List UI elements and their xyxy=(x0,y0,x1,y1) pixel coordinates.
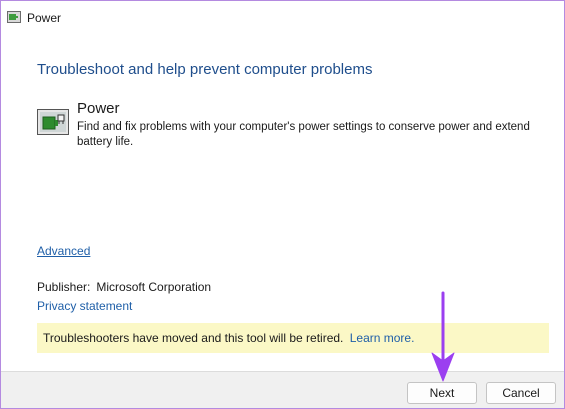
notice-text: Troubleshooters have moved and this tool… xyxy=(43,331,344,345)
cancel-button[interactable]: Cancel xyxy=(486,382,556,404)
next-button[interactable]: Next xyxy=(407,382,477,404)
retirement-notice: Troubleshooters have moved and this tool… xyxy=(37,323,549,353)
advanced-link[interactable]: Advanced xyxy=(37,244,90,258)
troubleshooter-window: Power Troubleshoot and help prevent comp… xyxy=(0,0,565,409)
dialog-footer: Next Cancel xyxy=(1,371,564,408)
privacy-statement-link[interactable]: Privacy statement xyxy=(37,299,132,313)
troubleshooter-description: Find and fix problems with your computer… xyxy=(77,121,530,148)
title-bar: Power xyxy=(1,1,564,35)
publisher-label: Publisher: xyxy=(37,280,91,294)
publisher-info: Publisher: Microsoft Corporation xyxy=(37,280,211,294)
power-troubleshooter-icon xyxy=(7,11,21,23)
troubleshooter-name: Power xyxy=(77,100,120,117)
page-heading: Troubleshoot and help prevent computer p… xyxy=(37,61,373,78)
learn-more-link[interactable]: Learn more. xyxy=(350,331,415,345)
publisher-value: Microsoft Corporation xyxy=(96,280,212,294)
window-title: Power xyxy=(27,11,62,25)
battery-plug-icon xyxy=(37,109,69,135)
